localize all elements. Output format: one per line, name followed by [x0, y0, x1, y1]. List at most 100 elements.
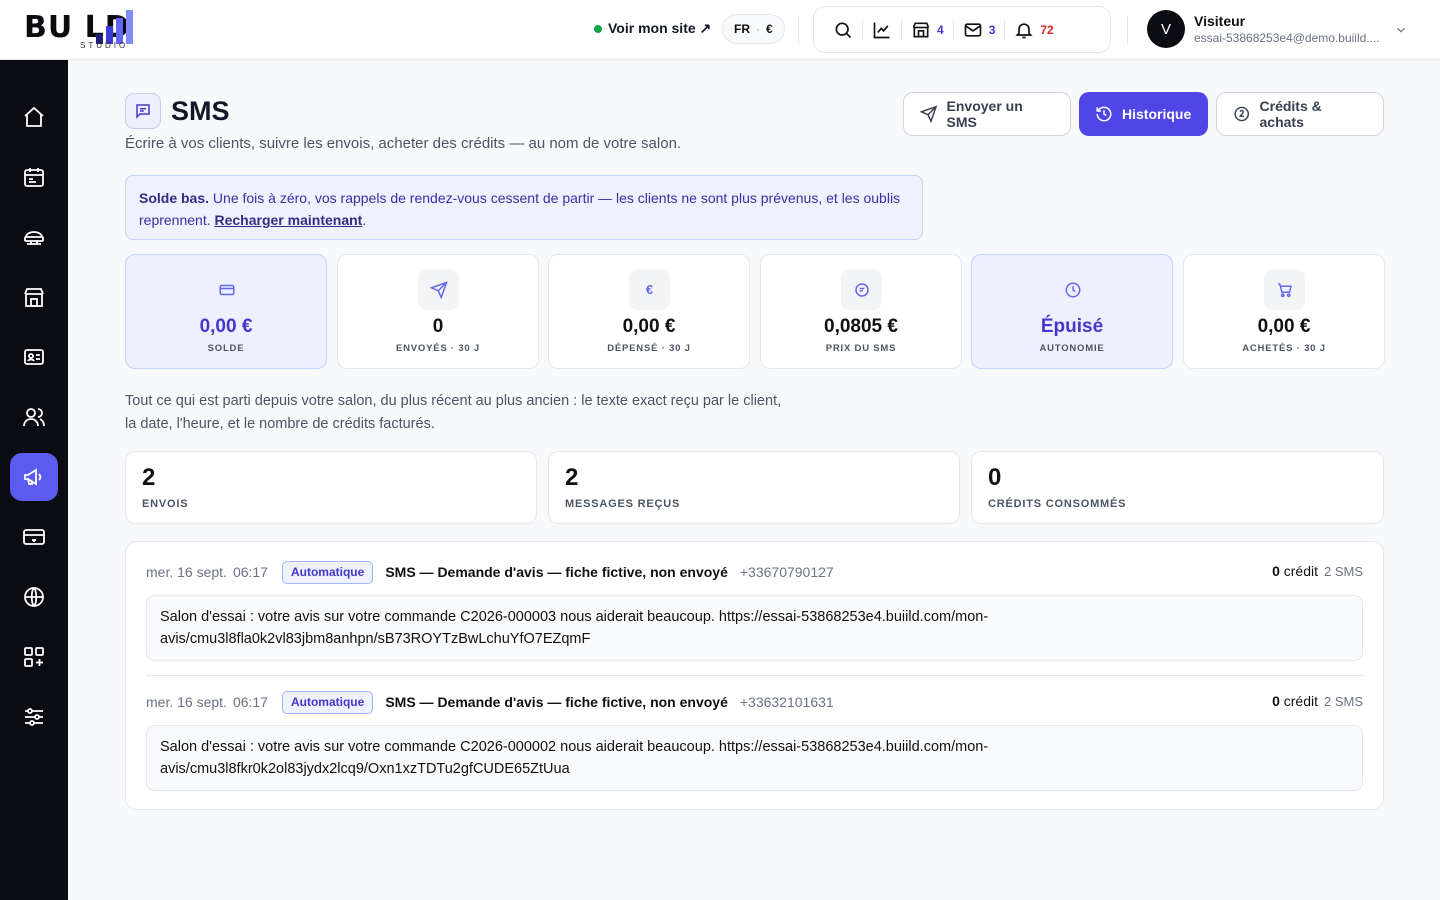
sidebar-item-apps[interactable]	[10, 633, 58, 681]
user-menu[interactable]: V Visiteur essai-53868253e4@demo.buiild.…	[1147, 10, 1389, 48]
send-sms-label: Envoyer un SMS	[946, 98, 1023, 130]
notification-count: 72	[1040, 22, 1054, 37]
euro-icon: €	[629, 269, 670, 310]
sidebar-item-services[interactable]	[10, 213, 58, 261]
kpi-received: 2 MESSAGES REÇUS	[548, 451, 960, 524]
history-label: Historique	[1122, 106, 1192, 122]
search-button[interactable]	[824, 15, 862, 45]
type-badge: Automatique	[281, 560, 374, 584]
send-sms-button[interactable]: Envoyer un SMS	[903, 92, 1071, 136]
card-icon	[206, 269, 247, 310]
language-currency-selector[interactable]: FR · €	[722, 14, 785, 44]
message-body: Salon d'essai : votre avis sur votre com…	[146, 725, 1363, 791]
language-label: FR	[734, 22, 750, 36]
apps-icon	[24, 647, 44, 667]
row-divider	[146, 675, 1363, 676]
stat-value: 0,00 €	[622, 316, 676, 337]
sidebar-item-website[interactable]	[10, 573, 58, 621]
description-line: Tout ce qui est parti depuis votre salon…	[125, 393, 782, 409]
kpi-sends: 2 ENVOIS	[125, 451, 537, 524]
message-line: Salon d'essai : votre avis sur votre com…	[160, 739, 989, 755]
description-line: la date, l'heure, et le nombre de crédit…	[125, 416, 435, 432]
home-icon	[24, 106, 44, 127]
sms-history-list: mer. 16 sept. 06:17 Automatique SMS — De…	[125, 541, 1384, 810]
divider	[1127, 16, 1128, 44]
message-line: avis/cmu3l8fla0k2vl83jbm8anhpn/sB73ROYTz…	[160, 631, 591, 647]
list-item[interactable]: mer. 16 sept. 06:17 Automatique SMS — De…	[146, 690, 1363, 791]
stat-card-sent: 0 ENVOYÉS · 30 J	[337, 254, 539, 369]
low-balance-alert: Solde bas. Une fois à zéro, vos rappels …	[125, 175, 923, 240]
sms-date: mer. 16 sept.	[146, 564, 227, 580]
stat-card-purchased: 0,00 € ACHETÉS · 30 J	[1183, 254, 1385, 369]
history-icon	[1096, 106, 1112, 122]
stat-label: ACHETÉS · 30 J	[1242, 343, 1326, 354]
sidebar-item-store[interactable]	[10, 273, 58, 321]
send-icon	[418, 269, 459, 310]
sidebar-item-marketing[interactable]	[10, 453, 58, 501]
coin-icon	[1234, 106, 1250, 122]
contact-card-icon	[24, 349, 44, 365]
sidebar-item-home[interactable]	[10, 93, 58, 141]
sidebar	[0, 60, 68, 900]
message-square-icon	[136, 104, 150, 119]
kpi-value: 0	[988, 464, 1002, 491]
store-icon	[24, 288, 44, 307]
mail-icon	[964, 22, 982, 37]
clock-icon	[1052, 269, 1093, 310]
sidebar-item-payments[interactable]	[10, 513, 58, 561]
sms-time: 06:17	[232, 564, 268, 580]
kpi-label: CRÉDITS CONSOMMÉS	[988, 498, 1127, 510]
page-subtitle: Écrire à vos clients, suivre les envois,…	[125, 135, 682, 152]
sidebar-item-clients[interactable]	[10, 393, 58, 441]
type-badge: Automatique	[281, 690, 374, 714]
sms-title: SMS — Demande d'avis — fiche fictive, no…	[385, 694, 728, 710]
mail-count: 3	[988, 22, 996, 37]
credit-info: 0 crédit 2 SMS	[1272, 693, 1363, 709]
list-item[interactable]: mer. 16 sept. 06:17 Automatique SMS — De…	[146, 560, 1363, 661]
shop-button[interactable]: 4	[902, 15, 953, 45]
credits-purchases-button[interactable]: Crédits & achats	[1216, 92, 1384, 136]
alert-end: .	[362, 212, 367, 228]
sms-title-icon	[125, 93, 161, 129]
kpi-value: 2	[565, 464, 579, 491]
stat-value: Épuisé	[1040, 316, 1104, 337]
kpi-credits-used: 0 CRÉDITS CONSOMMÉS	[971, 451, 1384, 524]
sms-count: 2 SMS	[1323, 694, 1363, 709]
recharge-link[interactable]: Recharger maintenant	[215, 212, 363, 228]
stat-card-spent: € 0,00 € DÉPENSÉ · 30 J	[548, 254, 750, 369]
stat-label: AUTONOMIE	[1039, 343, 1105, 354]
credits-purchases-label: Crédits & achats	[1259, 98, 1322, 130]
user-name: Visiteur	[1194, 13, 1246, 29]
stat-value: 0,00 €	[199, 316, 253, 337]
calendar-icon	[24, 168, 44, 187]
credit-count: 0	[1272, 693, 1280, 709]
notifications-button[interactable]: 72	[1005, 15, 1062, 45]
sms-time: 06:17	[232, 694, 268, 710]
avatar: V	[1147, 10, 1185, 48]
kpi-label: ENVOIS	[142, 498, 189, 510]
sidebar-item-contacts[interactable]	[10, 333, 58, 381]
credit-word: crédit	[1283, 693, 1318, 709]
message-body: Salon d'essai : votre avis sur votre com…	[146, 595, 1363, 661]
stat-card-sms-price: 0,0805 € PRIX DU SMS	[760, 254, 962, 369]
credit-word: crédit	[1283, 563, 1318, 579]
phone-number: +33632101631	[739, 694, 834, 710]
chevron-down-icon[interactable]	[1394, 23, 1408, 37]
logo-subtitle: STUDIO	[80, 41, 129, 50]
search-icon	[835, 22, 852, 38]
stats-button[interactable]	[863, 15, 901, 45]
view-site-link[interactable]: Voir mon site ↗	[594, 20, 711, 37]
store-icon	[912, 22, 930, 37]
sidebar-item-settings[interactable]	[10, 693, 58, 741]
user-email: essai-53868253e4@demo.buiild....	[1194, 31, 1380, 45]
history-button[interactable]: Historique	[1079, 92, 1208, 136]
megaphone-icon	[24, 468, 42, 486]
stat-card-autonomy: Épuisé AUTONOMIE	[971, 254, 1173, 369]
toolbar: 4 3 72	[813, 6, 1111, 53]
currency-label: €	[766, 22, 773, 36]
stat-value: 0,00 €	[1257, 316, 1311, 337]
messages-button[interactable]: 3	[954, 15, 1005, 45]
kpi-label: MESSAGES REÇUS	[565, 498, 681, 510]
sidebar-item-calendar[interactable]	[10, 153, 58, 201]
logo[interactable]: BU LD STUDIO	[24, 8, 184, 52]
